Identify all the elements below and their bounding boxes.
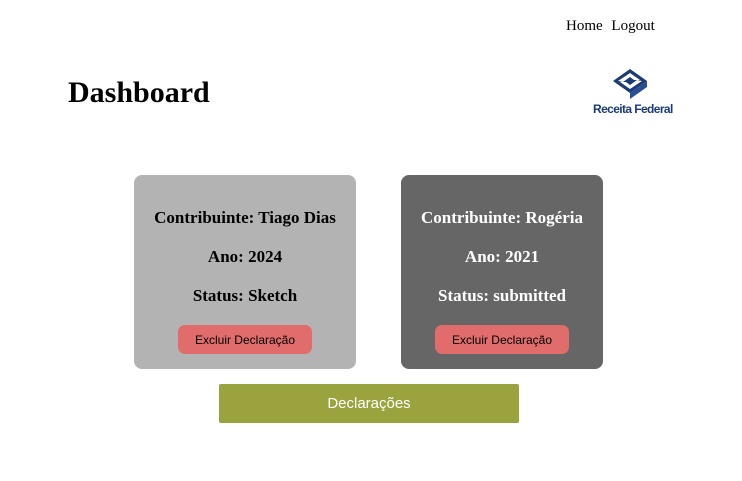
home-link[interactable]: Home <box>566 18 603 34</box>
receita-federal-emblem-icon <box>613 69 647 99</box>
card-status: Status: Sketch <box>192 286 298 305</box>
logo-text: Receita Federal <box>593 102 673 116</box>
declaration-card: Contribuinte: Rogéria Ano: 2021 Status: … <box>401 175 603 369</box>
receita-federal-logo: Receita Federal <box>590 68 674 118</box>
page-title: Dashboard <box>68 76 210 109</box>
logout-link[interactable]: Logout <box>611 18 654 34</box>
card-ano: Ano: 2024 <box>207 247 283 266</box>
delete-declaration-button[interactable]: Excluir Declaração <box>435 325 569 354</box>
card-contribuinte: Contribuinte: Tiago Dias <box>154 208 336 227</box>
declaracoes-button[interactable]: Declarações <box>219 384 519 423</box>
card-status: Status: submitted <box>438 286 566 305</box>
delete-declaration-button[interactable]: Excluir Declaração <box>178 325 312 354</box>
card-ano: Ano: 2021 <box>464 247 540 266</box>
top-nav: Home Logout <box>566 18 655 35</box>
declaration-card: Contribuinte: Tiago Dias Ano: 2024 Statu… <box>134 175 356 369</box>
card-contribuinte: Contribuinte: Rogéria <box>421 208 583 227</box>
